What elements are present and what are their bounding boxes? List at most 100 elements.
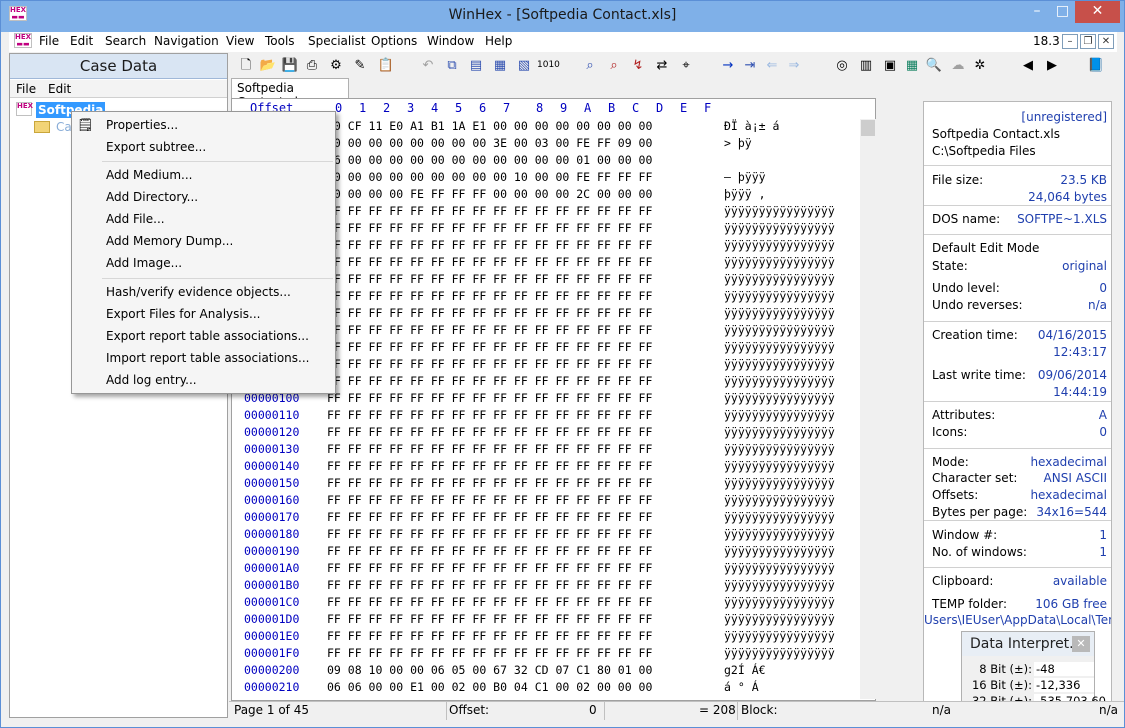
col-header: 3 — [407, 101, 415, 115]
cloud-icon[interactable]: ☁ — [949, 57, 967, 74]
menu-help[interactable]: Help — [485, 34, 512, 48]
info-value: 0 — [1099, 425, 1107, 439]
ctx-add-file[interactable]: Add File... — [106, 212, 165, 226]
hex-row-bytes: 09 08 10 00 00 06 05 00 67 32 CD 07 C1 8… — [327, 663, 653, 677]
undo-icon[interactable]: ↶ — [419, 57, 437, 74]
info-pair: Last write time: 09/06/2014 — [932, 368, 1107, 384]
mdi-restore-button[interactable]: ❐ — [1080, 34, 1096, 49]
info-key: Mode: — [932, 455, 969, 469]
ctx-hash-verify[interactable]: Hash/verify evidence objects... — [106, 285, 291, 299]
hex-row[interactable]: 000001C0 FF FF FF FF FF FF FF FF FF FF FF… — [232, 594, 862, 611]
hex-row[interactable]: 00000200 09 08 10 00 00 06 05 00 67 32 CD… — [232, 662, 862, 679]
hex-row[interactable]: 00000140 FF FF FF FF FF FF FF FF FF FF FF… — [232, 458, 862, 475]
ctx-add-log[interactable]: Add log entry... — [106, 373, 197, 387]
menu-search[interactable]: Search — [105, 34, 146, 48]
menu-options[interactable]: Options — [371, 34, 417, 48]
ctx-add-medium[interactable]: Add Medium... — [106, 168, 192, 182]
hex-row[interactable]: 00000210 06 06 00 00 E1 00 02 00 B0 04 C1… — [232, 679, 862, 696]
menu-tools[interactable]: Tools — [265, 34, 295, 48]
cut-icon[interactable]: ▤ — [467, 57, 485, 74]
calculator-icon[interactable]: ▦ — [903, 57, 921, 74]
hex-scrollbar[interactable] — [860, 119, 876, 699]
info-key: Undo reverses: — [932, 298, 1023, 312]
menu-window[interactable]: Window — [427, 34, 474, 48]
properties-icon[interactable]: ⚙ — [327, 57, 345, 74]
status-bar: Page 1 of 45 Offset: 0 = 208 Block: n/a … — [229, 701, 1124, 720]
goto-offset-icon[interactable]: → — [719, 57, 737, 74]
folder-icon — [34, 121, 50, 133]
scrollbar-thumb[interactable] — [861, 120, 875, 136]
open-folder-icon[interactable]: 📂 — [259, 57, 277, 74]
ctx-add-directory[interactable]: Add Directory... — [106, 190, 198, 204]
ctx-export-files[interactable]: Export Files for Analysis... — [106, 307, 260, 321]
ctx-properties[interactable]: Properties... — [106, 118, 178, 132]
goto-sector-icon[interactable]: ⇥ — [741, 57, 759, 74]
hex-row-off: 00000200 — [244, 663, 300, 677]
replace-hex-icon[interactable]: ⇄ — [653, 57, 671, 74]
close-button[interactable]: ✕ — [1075, 1, 1120, 23]
menu-edit[interactable]: Edit — [70, 34, 93, 48]
hex-row[interactable]: 00000120 FF FF FF FF FF FF FF FF FF FF FF… — [232, 424, 862, 441]
new-file-icon[interactable]: 🗋 — [237, 57, 255, 74]
disk-icon[interactable]: ◎ — [833, 57, 851, 74]
hex-row[interactable]: 00000160 FF FF FF FF FF FF FF FF FF FF FF… — [232, 492, 862, 509]
ctx-export-subtree[interactable]: Export subtree... — [106, 140, 206, 154]
gear-icon[interactable]: ✲ — [971, 57, 989, 74]
find-again-icon[interactable]: ⌖ — [677, 57, 695, 74]
status-block-value: n/a — [932, 703, 952, 717]
print-icon[interactable]: ⎙ — [303, 57, 321, 74]
edit-icon[interactable]: ✎ — [351, 57, 369, 74]
book-icon[interactable]: 📘 — [1087, 57, 1105, 74]
ctx-add-memory-dump[interactable]: Add Memory Dump... — [106, 234, 233, 248]
menu-file[interactable]: File — [39, 34, 59, 48]
status-offset-value: 0 — [589, 703, 597, 717]
hex-row[interactable]: 000001A0 FF FF FF FF FF FF FF FF FF FF FF… — [232, 560, 862, 577]
menu-specialist[interactable]: Specialist — [308, 34, 366, 48]
back-icon[interactable]: ⇐ — [763, 57, 781, 74]
find-text-icon[interactable]: ⌕ — [581, 57, 599, 74]
mdi-minimize-button[interactable]: – — [1062, 34, 1078, 49]
zoom-icon[interactable]: 🔍 — [925, 57, 943, 74]
hex-row-off: 000001A0 — [244, 561, 300, 575]
hex-row[interactable]: 000001D0 FF FF FF FF FF FF FF FF FF FF FF… — [232, 611, 862, 628]
hex-row-bytes: FF FF FF FF FF FF FF FF FF FF FF FF FF F… — [327, 272, 653, 286]
hex-row[interactable]: 00000110 FF FF FF FF FF FF FF FF FF FF FF… — [232, 407, 862, 424]
hex-row[interactable]: 000001B0 FF FF FF FF FF FF FF FF FF FF FF… — [232, 577, 862, 594]
forward-icon[interactable]: ⇒ — [785, 57, 803, 74]
paste-special-icon[interactable]: ▧ — [515, 57, 533, 74]
hex-row[interactable]: 00000170 FF FF FF FF FF FF FF FF FF FF FF… — [232, 509, 862, 526]
menu-view[interactable]: View — [226, 34, 254, 48]
doc-hex-icon[interactable]: HEX ▬▬ — [14, 33, 32, 48]
hex-row-bytes: FF FF FF FF FF FF FF FF FF FF FF FF FF F… — [327, 425, 653, 439]
case-menu-edit[interactable]: Edit — [48, 82, 71, 96]
hex-row[interactable]: 00000150 FF FF FF FF FF FF FF FF FF FF FF… — [232, 475, 862, 492]
hex-row[interactable]: 00000190 FF FF FF FF FF FF FF FF FF FF FF… — [232, 543, 862, 560]
disk-tools-icon[interactable]: ▣ — [881, 57, 899, 74]
ctx-add-image[interactable]: Add Image... — [106, 256, 182, 270]
hex-row[interactable]: 000001F0 FF FF FF FF FF FF FF FF FF FF FF… — [232, 645, 862, 662]
info-key: Last write time: — [932, 368, 1026, 382]
ctx-export-report[interactable]: Export report table associations... — [106, 329, 309, 343]
prev-icon[interactable]: ◀ — [1019, 57, 1037, 74]
minimize-button[interactable]: – — [1024, 1, 1050, 23]
tab-softpedia-contact[interactable]: Softpedia Contact.xls — [231, 78, 349, 109]
save-icon[interactable]: 💾 — [281, 57, 299, 74]
binary-icon[interactable]: 1010 — [537, 57, 560, 74]
ctx-import-report[interactable]: Import report table associations... — [106, 351, 309, 365]
hex-row[interactable]: 00000130 FF FF FF FF FF FF FF FF FF FF FF… — [232, 441, 862, 458]
paste-icon[interactable]: ▦ — [491, 57, 509, 74]
mdi-close-button[interactable]: ✕ — [1098, 34, 1114, 49]
hex-row[interactable]: 000001E0 FF FF FF FF FF FF FF FF FF FF FF… — [232, 628, 862, 645]
copy-icon[interactable]: ⧉ — [443, 57, 461, 74]
find-hex-icon[interactable]: ⌕ — [605, 57, 623, 74]
case-menu-file[interactable]: File — [16, 82, 36, 96]
menu-navigation[interactable]: Navigation — [154, 34, 219, 48]
next-icon[interactable]: ▶ — [1043, 57, 1061, 74]
clipboard-icon[interactable]: 📋 — [377, 57, 395, 74]
ram-icon[interactable]: ▥ — [857, 57, 875, 74]
close-icon[interactable]: ✕ — [1072, 636, 1090, 652]
hex-row[interactable]: 00000180 FF FF FF FF FF FF FF FF FF FF FF… — [232, 526, 862, 543]
case-tree-child[interactable]: Ca — [56, 120, 72, 134]
replace-text-icon[interactable]: ↯ — [629, 57, 647, 74]
maximize-button[interactable]: □ — [1050, 1, 1075, 23]
